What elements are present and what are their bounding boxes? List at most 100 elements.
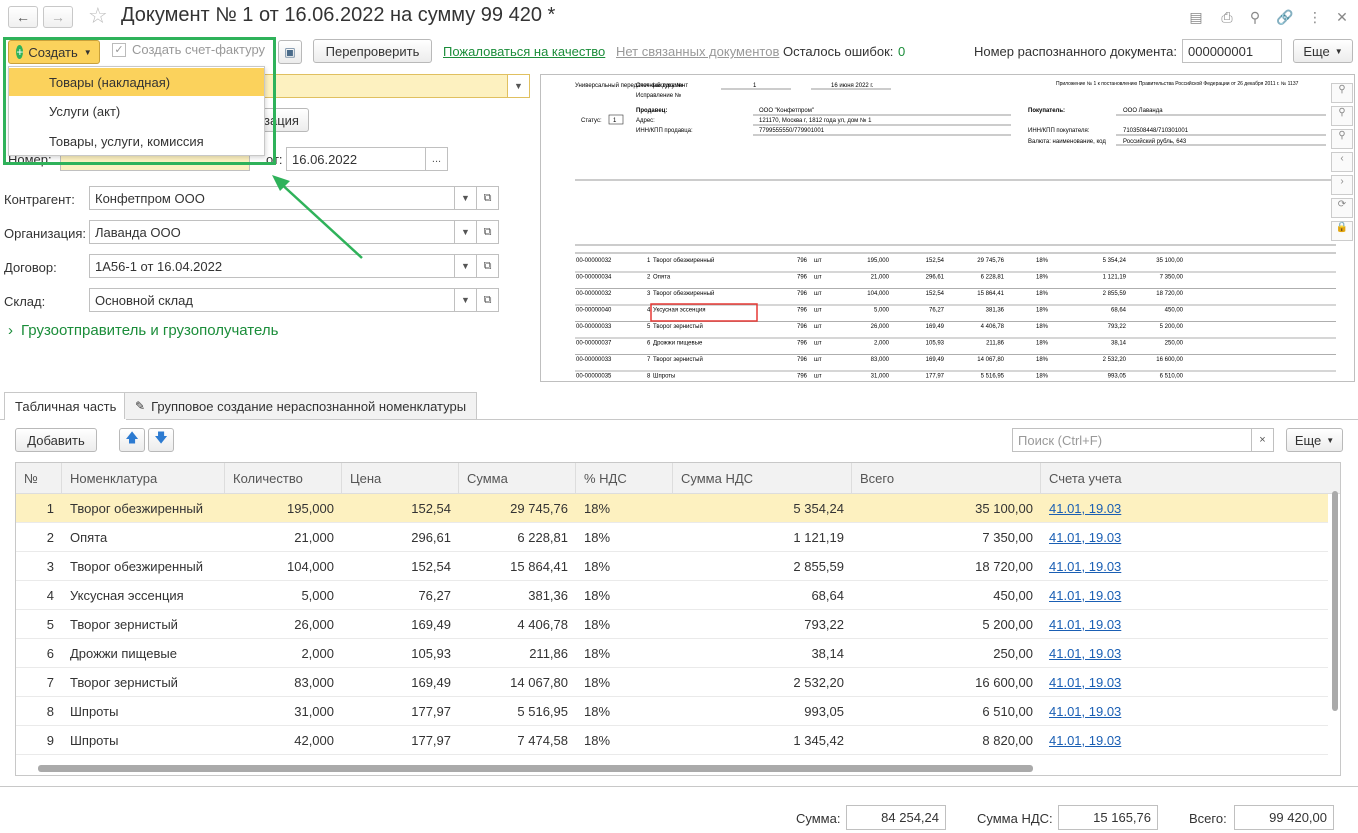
col-quantity[interactable]: Количество [225, 463, 342, 494]
contractor-dropdown[interactable]: ▼ [455, 186, 477, 210]
table-row[interactable]: 3 Творог обезжиренный 104,000 152,54 15 864,… [16, 552, 1328, 581]
lock-icon[interactable]: 🔒 [1331, 221, 1353, 241]
row-nomenclature[interactable]: Творог обезжиренный [62, 494, 225, 523]
row-nomenclature[interactable]: Творог обезжиренный [62, 552, 225, 581]
row-number[interactable]: 8 [16, 697, 62, 726]
move-down-button[interactable]: 🡇 [148, 428, 174, 452]
row-vat-rate[interactable]: 18% [576, 697, 673, 726]
row-vat-sum[interactable]: 1 345,42 [673, 726, 852, 755]
operation-type-field[interactable] [254, 74, 508, 98]
row-nomenclature[interactable]: Опята [62, 523, 225, 552]
row-nomenclature[interactable]: Шпроты [62, 697, 225, 726]
row-vat-rate[interactable]: 18% [576, 726, 673, 755]
row-vat-rate[interactable]: 18% [576, 494, 673, 523]
close-icon[interactable]: ✕ [1333, 8, 1351, 26]
more-vertical-icon[interactable]: ⋮ [1306, 8, 1324, 26]
row-quantity[interactable]: 26,000 [225, 610, 342, 639]
recognized-doc-field[interactable]: 000000001 [1182, 39, 1282, 63]
table-row[interactable]: 7 Творог зернистый 83,000 169,49 14 067,80 18… [16, 668, 1328, 697]
recheck-button[interactable]: Перепроверить [313, 39, 432, 63]
contractor-open-button[interactable]: ⧉ [477, 186, 499, 210]
row-number[interactable]: 3 [16, 552, 62, 581]
row-vat-sum[interactable]: 993,05 [673, 697, 852, 726]
row-price[interactable]: 177,97 [342, 726, 459, 755]
horizontal-scrollbar[interactable] [16, 761, 1328, 775]
print-icon[interactable]: ⎙ [1218, 8, 1236, 26]
row-total[interactable]: 450,00 [852, 581, 1041, 610]
vertical-scrollbar[interactable] [1329, 481, 1340, 759]
row-quantity[interactable]: 5,000 [225, 581, 342, 610]
operation-type-dropdown[interactable]: ▼ [508, 74, 530, 98]
row-price[interactable]: 105,93 [342, 639, 459, 668]
row-accounts[interactable]: 41.01, 19.03 [1041, 726, 1328, 755]
contract-dropdown[interactable]: ▼ [455, 254, 477, 278]
row-accounts[interactable]: 41.01, 19.03 [1041, 639, 1328, 668]
row-number[interactable]: 5 [16, 610, 62, 639]
tab-group-create[interactable]: ✎ Групповое создание нераспознанной номе… [124, 392, 478, 419]
warehouse-dropdown[interactable]: ▼ [455, 288, 477, 312]
table-row[interactable]: 4 Уксусная эссенция 5,000 76,27 381,36 18% 68,… [16, 581, 1328, 610]
add-button[interactable]: Добавить [15, 428, 97, 452]
warehouse-open-button[interactable]: ⧉ [477, 288, 499, 312]
more-button[interactable]: Еще ▼ [1293, 39, 1353, 63]
row-price[interactable]: 169,49 [342, 668, 459, 697]
row-accounts[interactable]: 41.01, 19.03 [1041, 494, 1328, 523]
row-total[interactable]: 250,00 [852, 639, 1041, 668]
row-vat-rate[interactable]: 18% [576, 639, 673, 668]
org-dropdown[interactable]: ▼ [455, 220, 477, 244]
row-sum[interactable]: 7 474,58 [459, 726, 576, 755]
row-vat-rate[interactable]: 18% [576, 523, 673, 552]
link-icon[interactable]: 🔗 [1276, 8, 1294, 26]
row-vat-sum[interactable]: 2 532,20 [673, 668, 852, 697]
zoom-in-icon[interactable]: ⚲ [1331, 83, 1353, 103]
col-accounts[interactable]: Счета учета [1041, 463, 1340, 494]
row-accounts[interactable]: 41.01, 19.03 [1041, 581, 1328, 610]
row-total[interactable]: 18 720,00 [852, 552, 1041, 581]
row-nomenclature[interactable]: Уксусная эссенция [62, 581, 225, 610]
contract-open-button[interactable]: ⧉ [477, 254, 499, 278]
row-price[interactable]: 152,54 [342, 494, 459, 523]
row-vat-sum[interactable]: 68,64 [673, 581, 852, 610]
row-vat-rate[interactable]: 18% [576, 552, 673, 581]
col-price[interactable]: Цена [342, 463, 459, 494]
row-quantity[interactable]: 104,000 [225, 552, 342, 581]
row-sum[interactable]: 29 745,76 [459, 494, 576, 523]
save-button[interactable]: ▣ [278, 40, 302, 64]
row-sum[interactable]: 211,86 [459, 639, 576, 668]
row-sum[interactable]: 381,36 [459, 581, 576, 610]
row-accounts[interactable]: 41.01, 19.03 [1041, 523, 1328, 552]
table-row[interactable]: 2 Опята 21,000 296,61 6 228,81 18% 1 121,19 7 3… [16, 523, 1328, 552]
row-accounts[interactable]: 41.01, 19.03 [1041, 668, 1328, 697]
vertical-scroll-thumb[interactable] [1332, 491, 1338, 711]
table-row[interactable]: 8 Шпроты 31,000 177,97 5 516,95 18% 993,05 6 51… [16, 697, 1328, 726]
row-number[interactable]: 7 [16, 668, 62, 697]
col-sum[interactable]: Сумма [459, 463, 576, 494]
row-accounts[interactable]: 41.01, 19.03 [1041, 697, 1328, 726]
row-quantity[interactable]: 83,000 [225, 668, 342, 697]
row-vat-rate[interactable]: 18% [576, 610, 673, 639]
row-total[interactable]: 5 200,00 [852, 610, 1041, 639]
row-sum[interactable]: 14 067,80 [459, 668, 576, 697]
col-total[interactable]: Всего [852, 463, 1041, 494]
row-nomenclature[interactable]: Дрожжи пищевые [62, 639, 225, 668]
row-sum[interactable]: 4 406,78 [459, 610, 576, 639]
row-total[interactable]: 35 100,00 [852, 494, 1041, 523]
rotate-icon[interactable]: ⟳ [1331, 198, 1353, 218]
search-doc-icon[interactable]: ⚲ [1246, 8, 1264, 26]
table-more-button[interactable]: Еще ▼ [1286, 428, 1343, 452]
row-nomenclature[interactable]: Творог зернистый [62, 610, 225, 639]
row-sum[interactable]: 6 228,81 [459, 523, 576, 552]
row-nomenclature[interactable]: Творог зернистый [62, 668, 225, 697]
row-number[interactable]: 4 [16, 581, 62, 610]
row-quantity[interactable]: 195,000 [225, 494, 342, 523]
row-vat-sum[interactable]: 2 855,59 [673, 552, 852, 581]
row-vat-sum[interactable]: 1 121,19 [673, 523, 852, 552]
row-vat-sum[interactable]: 5 354,24 [673, 494, 852, 523]
table-row[interactable]: 9 Шпроты 42,000 177,97 7 474,58 18% 1 345,42 8 … [16, 726, 1328, 755]
favorite-star-icon[interactable]: ☆ [88, 3, 108, 29]
row-number[interactable]: 1 [16, 494, 62, 523]
row-accounts[interactable]: 41.01, 19.03 [1041, 610, 1328, 639]
complain-link[interactable]: Пожаловаться на качество [443, 44, 605, 59]
row-number[interactable]: 2 [16, 523, 62, 552]
row-price[interactable]: 152,54 [342, 552, 459, 581]
